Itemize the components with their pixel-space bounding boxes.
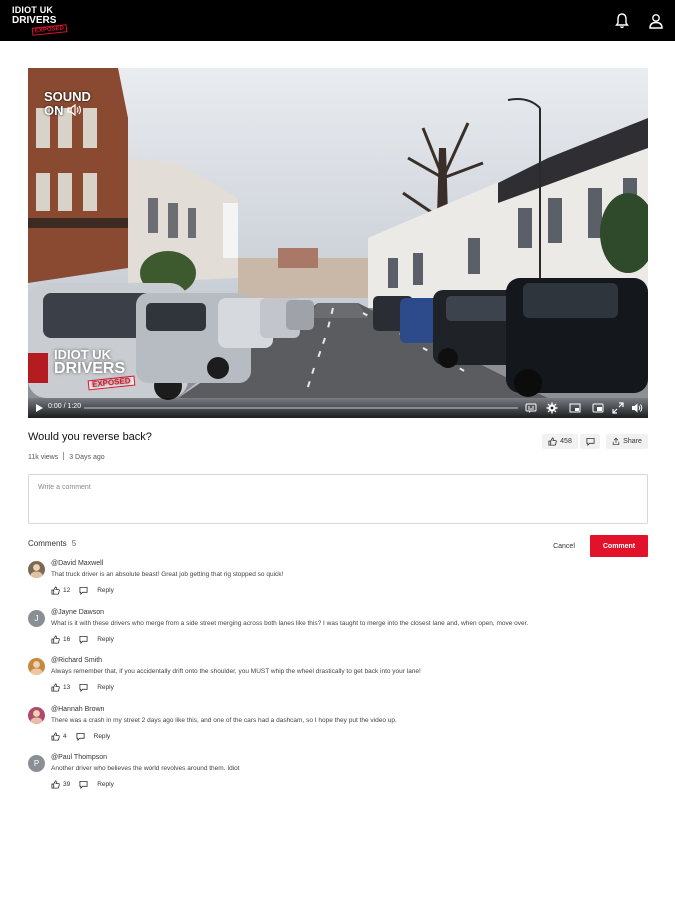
comment-like-count: 4 bbox=[63, 732, 67, 740]
watermark-line2: DRIVERS bbox=[54, 360, 126, 377]
miniplayer-icon[interactable] bbox=[569, 402, 581, 414]
comment-actions: 16 Reply bbox=[51, 634, 114, 644]
comment-text: That truck driver is an absolute beast! … bbox=[51, 571, 284, 578]
thumbs-up-icon[interactable] bbox=[51, 634, 60, 644]
user-icon[interactable] bbox=[648, 12, 664, 30]
comment-actions: 39 Reply bbox=[51, 779, 114, 789]
video-timecode: 0:00 / 1:20 bbox=[48, 403, 82, 410]
play-icon[interactable] bbox=[34, 403, 44, 413]
thumbs-up-icon[interactable] bbox=[51, 779, 60, 789]
share-label: Share bbox=[623, 438, 642, 445]
comment-bubble-icon[interactable] bbox=[79, 780, 88, 789]
sound-on-text: ON bbox=[44, 103, 64, 118]
speaker-icon bbox=[67, 103, 82, 117]
comment-author[interactable]: @Paul Thompson bbox=[51, 754, 107, 761]
posted-date: 3 Days ago bbox=[69, 454, 105, 461]
comment-bubble-icon[interactable] bbox=[79, 635, 88, 644]
comment-like-count: 39 bbox=[63, 780, 71, 788]
comment-like-count: 16 bbox=[63, 635, 71, 643]
avatar[interactable] bbox=[28, 561, 45, 578]
sound-on-line2: ON bbox=[44, 104, 91, 118]
comment-author[interactable]: @Jayne Dawson bbox=[51, 609, 104, 616]
comment-author[interactable]: @David Maxwell bbox=[51, 560, 103, 567]
bell-icon[interactable] bbox=[614, 12, 630, 30]
comment-bubble-icon[interactable] bbox=[76, 732, 85, 741]
comment-actions: 12 Reply bbox=[51, 585, 114, 595]
comment-text: There was a crash in my street 2 days ag… bbox=[51, 717, 397, 724]
avatar[interactable] bbox=[28, 707, 45, 724]
reply-button[interactable]: Reply bbox=[97, 781, 114, 788]
dislike-button[interactable] bbox=[580, 434, 600, 449]
comment-item: @David Maxwell That truck driver is an ab… bbox=[28, 560, 648, 600]
comment-item: P @Paul Thompson Another driver who believ… bbox=[28, 754, 648, 794]
comment-item: J @Jayne Dawson What is it with these driv… bbox=[28, 609, 648, 649]
video-title: Would you reverse back? bbox=[28, 431, 152, 443]
video-controls: 0:00 / 1:20 bbox=[28, 398, 648, 418]
comment-author[interactable]: @Hannah Brown bbox=[51, 706, 104, 713]
reply-button[interactable]: Reply bbox=[94, 733, 111, 740]
comment-bubble-icon[interactable] bbox=[79, 586, 88, 595]
fullscreen-icon[interactable] bbox=[612, 402, 624, 414]
top-bar: IDIOT UK DRIVERS EXPOSED bbox=[0, 0, 675, 41]
comment-like-count: 13 bbox=[63, 683, 71, 691]
video-player[interactable]: SOUND ON IDIOT UK DRIVERS EXPOSED 0:00 /… bbox=[28, 68, 648, 418]
comment-text: Always remember that, if you accidentall… bbox=[51, 668, 421, 675]
reply-button[interactable]: Reply bbox=[97, 684, 114, 691]
avatar[interactable]: J bbox=[28, 610, 45, 627]
settings-gear-icon[interactable] bbox=[546, 402, 558, 414]
volume-icon[interactable] bbox=[631, 402, 643, 414]
meta-divider bbox=[63, 452, 65, 460]
like-count: 458 bbox=[560, 438, 572, 445]
avatar[interactable] bbox=[28, 658, 45, 675]
comments-label: Comments bbox=[28, 539, 67, 548]
reply-button[interactable]: Reply bbox=[97, 587, 114, 594]
comment-actions: 4 Reply bbox=[51, 731, 110, 741]
share-icon bbox=[612, 437, 620, 446]
sound-on-overlay: SOUND ON bbox=[44, 90, 91, 118]
thumbs-up-icon[interactable] bbox=[51, 585, 60, 595]
submit-comment-button[interactable]: Comment bbox=[590, 535, 648, 557]
logo-line1: IDIOT UK bbox=[12, 5, 54, 15]
comment-actions: 13 Reply bbox=[51, 682, 114, 692]
comment-input-box bbox=[28, 474, 648, 524]
share-button[interactable]: Share bbox=[606, 434, 648, 449]
video-watermark: IDIOT UK DRIVERS EXPOSED bbox=[54, 348, 136, 391]
captions-icon[interactable] bbox=[525, 402, 537, 414]
comment-bubble-icon[interactable] bbox=[79, 683, 88, 692]
comment-item: @Richard Smith Always remember that, if y… bbox=[28, 657, 648, 697]
video-progress-bar[interactable] bbox=[84, 407, 518, 409]
thumbs-up-icon[interactable] bbox=[51, 731, 60, 741]
thumbs-up-icon[interactable] bbox=[51, 682, 60, 692]
avatar[interactable]: P bbox=[28, 755, 45, 772]
view-count: 11k views bbox=[28, 454, 59, 461]
comments-header: Comments 5 bbox=[28, 539, 76, 548]
comment-text: Another driver who believes the world re… bbox=[51, 765, 240, 772]
reply-button[interactable]: Reply bbox=[97, 636, 114, 643]
video-meta: 11k views 3 Days ago bbox=[28, 452, 105, 461]
sound-on-line1: SOUND bbox=[44, 89, 91, 104]
cast-icon[interactable] bbox=[592, 402, 604, 414]
comment-text: What is it with these drivers who merge … bbox=[51, 620, 529, 627]
cancel-button[interactable]: Cancel bbox=[545, 536, 583, 556]
comment-input[interactable] bbox=[29, 475, 647, 523]
comments-count: 5 bbox=[71, 539, 77, 548]
thumbs-up-icon bbox=[548, 437, 557, 446]
comment-like-count: 12 bbox=[63, 586, 71, 594]
like-button[interactable]: 458 bbox=[542, 434, 578, 449]
comment-author[interactable]: @Richard Smith bbox=[51, 657, 102, 664]
comment-bubble-icon bbox=[585, 437, 595, 446]
comment-item: @Hannah Brown There was a crash in my str… bbox=[28, 706, 648, 746]
site-logo[interactable]: IDIOT UK DRIVERS EXPOSED bbox=[12, 6, 68, 36]
